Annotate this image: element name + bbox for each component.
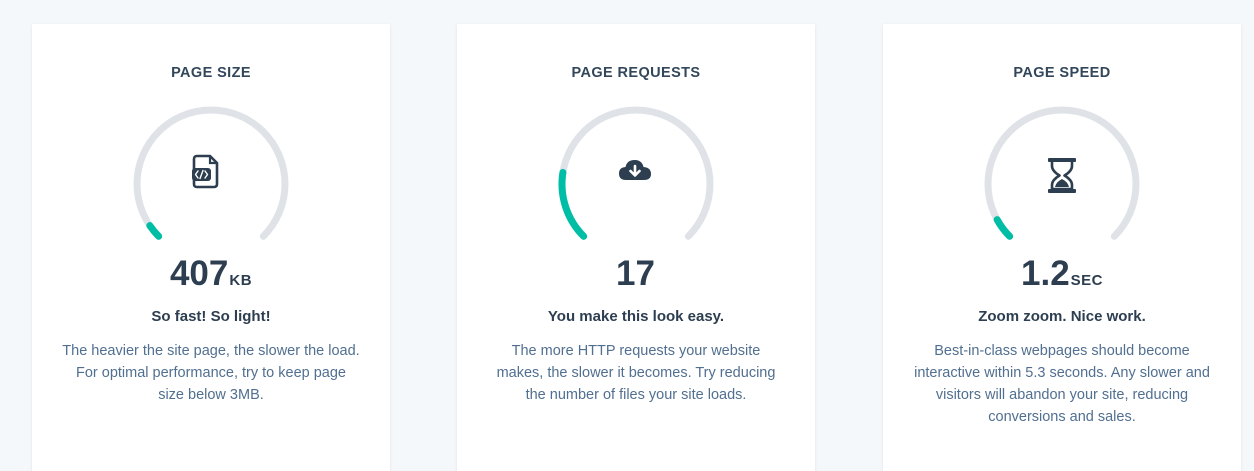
card-headline: You make this look easy. — [547, 308, 725, 325]
performance-cards: PAGE SIZE 407KB So fast! So light! The h… — [0, 0, 1254, 471]
metric-unit: KB — [229, 272, 253, 289]
card-headline: So fast! So light! — [151, 308, 271, 325]
metric-value: 1.2SEC — [883, 250, 1241, 305]
metric-number: 1.2 — [1021, 254, 1070, 293]
page-size-card: PAGE SIZE 407KB So fast! So light! The h… — [32, 24, 390, 471]
card-title: PAGE REQUESTS — [571, 65, 701, 81]
gauge-progress — [993, 216, 1014, 240]
card-description: Best-in-class webpages should become int… — [914, 343, 1210, 425]
page-speed-gauge — [982, 106, 1142, 246]
page-size-gauge — [131, 106, 291, 246]
gauge-progress — [146, 222, 163, 240]
card-description: The more HTTP requests your website make… — [496, 343, 776, 403]
card-description: The heavier the site page, the slower th… — [62, 343, 360, 403]
page-requests-gauge — [556, 106, 716, 246]
metric-number: 17 — [616, 254, 655, 293]
metric-value: 17 — [457, 250, 815, 305]
page-speed-card: PAGE SPEED 1.2SEC Zoom zoom. Nice work. … — [883, 24, 1241, 471]
card-headline: Zoom zoom. Nice work. — [978, 308, 1146, 325]
page-requests-card: PAGE REQUESTS 17 You make this look easy… — [457, 24, 815, 471]
metric-value: 407KB — [32, 250, 390, 305]
metric-number: 407 — [169, 254, 229, 293]
card-title: PAGE SPEED — [1013, 65, 1111, 81]
gauge-track — [984, 106, 1140, 240]
cloud-download-icon — [619, 160, 651, 180]
metric-unit: SEC — [1070, 272, 1103, 289]
code-file-icon — [192, 154, 219, 189]
card-title: PAGE SIZE — [171, 65, 251, 81]
gauge-progress — [558, 168, 588, 240]
hourglass-icon — [1048, 158, 1076, 193]
